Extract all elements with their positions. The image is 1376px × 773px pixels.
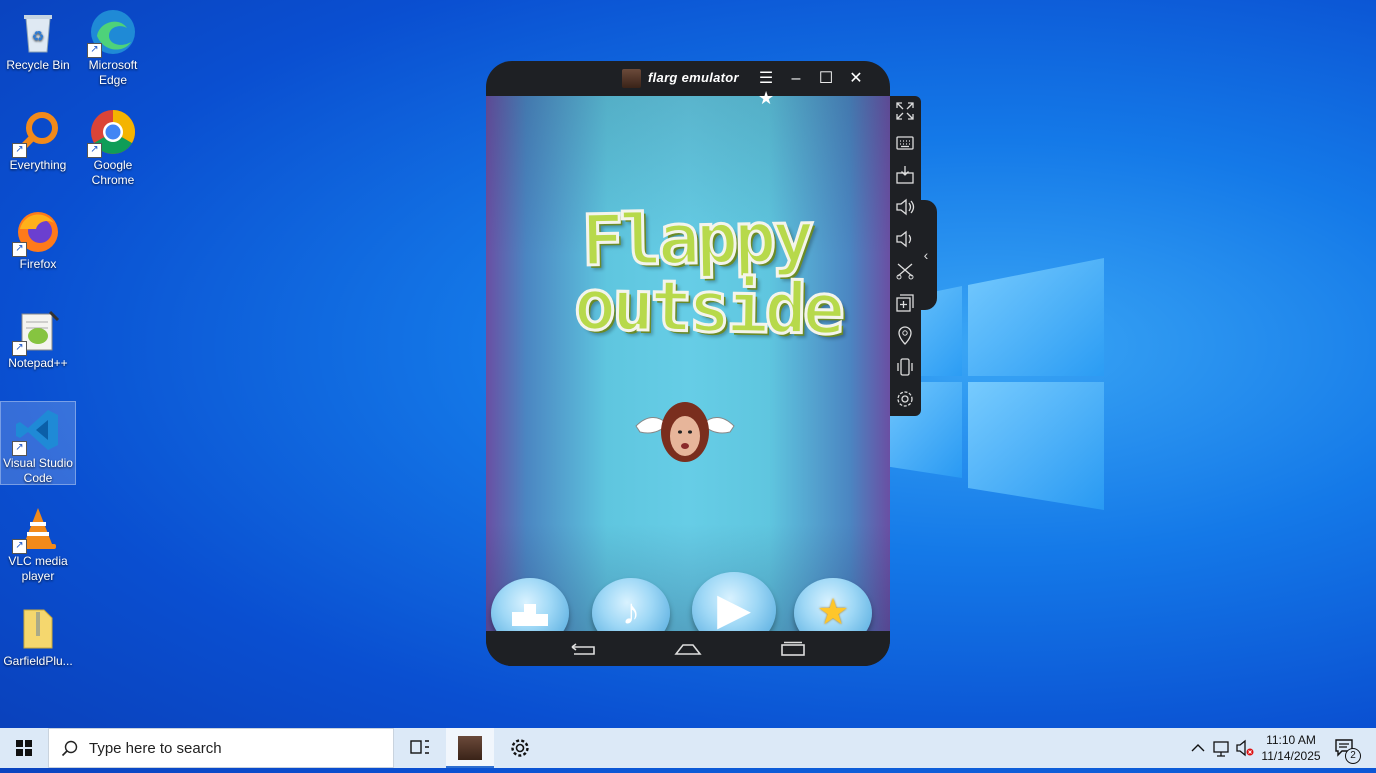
vscode-icon: ↗ — [12, 406, 62, 456]
chrome-icon: ↗ — [87, 108, 137, 158]
desktop-icon-firefox[interactable]: ↗ Firefox — [1, 203, 75, 272]
windows-start-icon — [16, 740, 32, 756]
star-sparkle-icon: ★ — [758, 88, 775, 108]
desktop-icon-chrome[interactable]: ↗ Google Chrome — [76, 104, 150, 188]
emulator-window: flarg emulator ☰ – ☐ ✕ ★ Flappy outside … — [486, 61, 890, 666]
desktop-icon-recycle-bin[interactable]: ♻ Recycle Bin — [1, 4, 75, 73]
home-icon[interactable] — [673, 639, 703, 659]
minimize-button[interactable]: – — [783, 66, 809, 92]
desktop-icon-label: Microsoft Edge — [88, 58, 138, 87]
recycle-bin-icon: ♻ — [14, 8, 62, 56]
chevron-up-icon — [1191, 744, 1205, 752]
vlc-cone-icon: ↗ — [12, 504, 62, 554]
volume-muted-icon — [1236, 739, 1254, 757]
music-note-icon: ♪ — [622, 591, 640, 632]
podium-icon — [512, 604, 548, 626]
clock-time: 11:10 AM — [1266, 733, 1316, 747]
multi-instance-icon[interactable] — [895, 293, 917, 315]
desktop-icon-vlc[interactable]: ↗ VLC media player — [1, 500, 75, 584]
desktop-icon-label: GarfieldPlu... — [3, 654, 73, 668]
clock-date: 11/14/2025 — [1261, 749, 1321, 763]
desktop-icon-label: Visual Studio Code — [3, 456, 73, 485]
android-navbar — [486, 631, 890, 666]
desktop-icon-everything[interactable]: ↗ Everything — [1, 104, 75, 173]
zip-folder-icon — [14, 604, 62, 652]
emulator-title: flarg emulator — [648, 70, 739, 85]
screenshot-cut-icon[interactable] — [895, 261, 917, 283]
settings-icon[interactable] — [895, 389, 917, 411]
desktop-icon-label: VLC media player — [8, 554, 68, 583]
network-status[interactable] — [1210, 728, 1232, 768]
notification-center-button[interactable]: 2 — [1330, 728, 1361, 768]
location-icon[interactable] — [895, 325, 917, 347]
close-button[interactable]: ✕ — [843, 66, 869, 92]
star-icon: ★ — [816, 591, 850, 632]
desktop-icon-label: Everything — [9, 158, 67, 172]
game-screen[interactable]: ★ Flappy outside ♪ ▶ ★ — [486, 88, 890, 648]
search-icon — [61, 740, 78, 757]
fullscreen-icon[interactable] — [895, 101, 917, 123]
notification-count-badge: 2 — [1345, 748, 1361, 764]
taskbar-settings-app[interactable] — [496, 728, 544, 768]
keyboard-icon[interactable] — [895, 133, 917, 155]
flappy-character — [635, 402, 735, 462]
network-icon — [1213, 741, 1229, 757]
gear-icon — [511, 739, 529, 757]
game-title-line2: outside — [572, 262, 843, 352]
desktop-icon-label: Recycle Bin — [6, 58, 70, 72]
recents-icon[interactable] — [778, 639, 808, 659]
desktop-icon-label: Notepad++ — [8, 356, 68, 370]
desktop-icon-label: Google Chrome — [91, 158, 135, 187]
start-button[interactable] — [0, 728, 48, 768]
desktop-icon-label: Firefox — [19, 257, 57, 271]
desktop-icon-garfield[interactable]: GarfieldPlu... — [1, 600, 75, 669]
desktop-icon-edge[interactable]: ↗ Microsoft Edge — [76, 4, 150, 88]
everything-search-icon: ↗ — [12, 108, 62, 158]
emulator-app-icon — [622, 69, 641, 88]
maximize-button[interactable]: ☐ — [813, 66, 839, 92]
notepad-plus-plus-icon: ↗ — [12, 306, 62, 356]
taskbar: Type here to search 11:10 AM 11/14/2025 … — [0, 728, 1376, 768]
edge-icon: ↗ — [87, 8, 137, 58]
volume-up-icon[interactable] — [895, 197, 917, 219]
taskbar-search-box[interactable]: Type here to search — [48, 728, 394, 768]
volume-down-icon[interactable] — [895, 229, 917, 251]
volume-status[interactable] — [1234, 728, 1256, 768]
task-view-button[interactable] — [396, 728, 444, 768]
task-view-icon — [410, 740, 429, 754]
taskbar-emulator-app[interactable] — [446, 728, 494, 768]
search-placeholder: Type here to search — [89, 740, 222, 757]
emulator-taskbar-icon — [458, 736, 482, 760]
apk-install-icon[interactable] — [895, 165, 917, 187]
svg-text:♻: ♻ — [32, 28, 45, 44]
play-icon: ▶ — [717, 585, 751, 634]
emulator-titlebar[interactable]: flarg emulator ☰ – ☐ ✕ — [486, 61, 890, 96]
desktop-icon-notepadpp[interactable]: ↗ Notepad++ — [1, 302, 75, 371]
firefox-icon: ↗ — [12, 207, 62, 257]
desktop-icon-vscode[interactable]: ↗ Visual Studio Code — [0, 401, 76, 485]
chevron-left-icon: ‹ — [923, 247, 929, 263]
show-hidden-icons-button[interactable] — [1188, 728, 1208, 768]
system-clock[interactable]: 11:10 AM 11/14/2025 — [1256, 732, 1326, 764]
emulator-side-toolbar — [890, 96, 921, 416]
shake-icon[interactable] — [895, 357, 917, 379]
back-icon[interactable] — [568, 639, 598, 659]
